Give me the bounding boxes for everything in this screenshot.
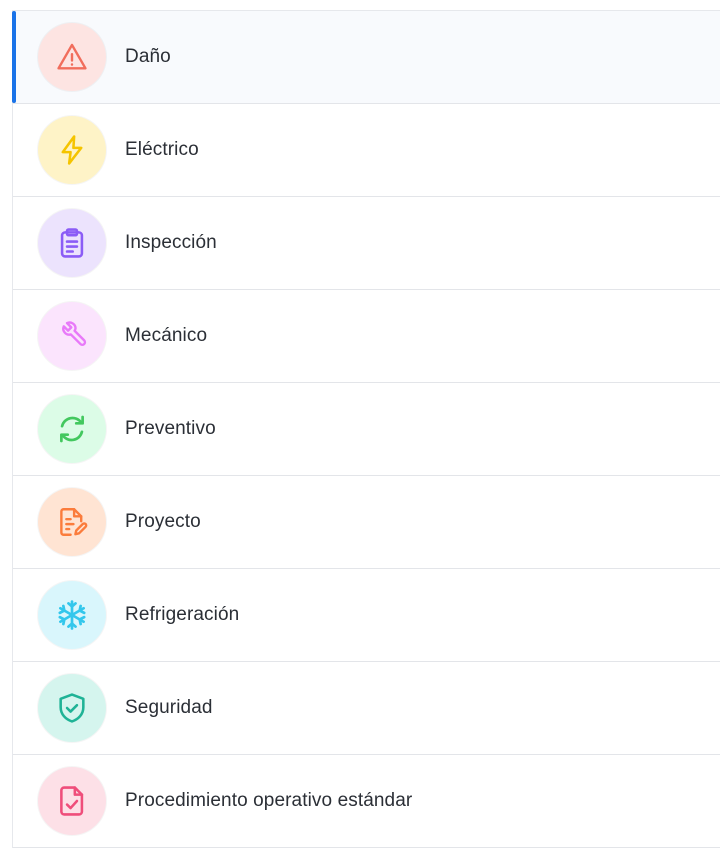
warning-icon bbox=[57, 43, 87, 70]
category-label: Procedimiento operativo estándar bbox=[125, 790, 413, 811]
category-icon-badge bbox=[38, 116, 106, 184]
category-label: Daño bbox=[125, 46, 171, 67]
category-item-refrigeracion[interactable]: Refrigeración bbox=[13, 569, 720, 662]
category-item-inspeccion[interactable]: Inspección bbox=[13, 197, 720, 290]
snowflake-icon bbox=[58, 600, 86, 630]
category-label: Preventivo bbox=[125, 418, 216, 439]
category-label: Seguridad bbox=[125, 697, 213, 718]
refresh-icon bbox=[60, 415, 84, 443]
category-label: Mecánico bbox=[125, 325, 208, 346]
category-item-electrico[interactable]: Eléctrico bbox=[13, 104, 720, 197]
lightning-icon bbox=[61, 135, 83, 165]
wrench-icon bbox=[62, 321, 87, 347]
category-label: Eléctrico bbox=[125, 139, 199, 160]
category-label: Proyecto bbox=[125, 511, 201, 532]
file-check-icon bbox=[60, 786, 84, 816]
category-item-procedimiento[interactable]: Procedimiento operativo estándar bbox=[13, 755, 720, 848]
category-item-mecanico[interactable]: Mecánico bbox=[13, 290, 720, 383]
category-item-proyecto[interactable]: Proyecto bbox=[13, 476, 720, 569]
category-icon-badge bbox=[38, 767, 106, 835]
category-label: Inspección bbox=[125, 232, 217, 253]
category-label: Refrigeración bbox=[125, 604, 240, 625]
category-list: Daño Eléctrico Inspección Mecánico Preve… bbox=[12, 10, 720, 848]
category-icon-badge bbox=[38, 302, 106, 370]
category-icon-badge bbox=[38, 23, 106, 91]
category-item-seguridad[interactable]: Seguridad bbox=[13, 662, 720, 755]
category-item-dano[interactable]: Daño bbox=[12, 11, 720, 104]
category-icon-badge bbox=[38, 395, 106, 463]
category-icon-badge bbox=[38, 674, 106, 742]
category-icon-badge bbox=[38, 209, 106, 277]
category-icon-badge bbox=[38, 581, 106, 649]
category-item-preventivo[interactable]: Preventivo bbox=[13, 383, 720, 476]
clipboard-icon bbox=[60, 228, 84, 258]
category-icon-badge bbox=[38, 488, 106, 556]
shield-check-icon bbox=[59, 693, 85, 723]
document-edit-icon bbox=[60, 508, 88, 536]
